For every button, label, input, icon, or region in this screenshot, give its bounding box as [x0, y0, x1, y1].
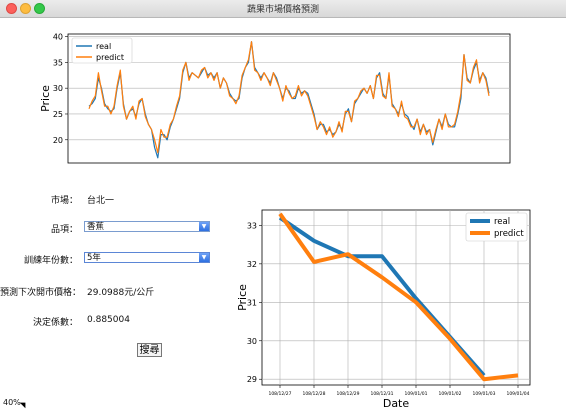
product-select-value: 香蕉 [87, 222, 105, 232]
chart1-legend-label-predict: predict [96, 53, 124, 62]
market-label: 市場： [50, 196, 78, 206]
chart1-plot-area [67, 33, 511, 164]
chart2-y-tick-label: 32 [247, 260, 257, 269]
chart2-legend-label-predict: predict [494, 229, 524, 239]
product-label: 品項： [50, 225, 78, 235]
chevron-down-icon: ▼ [199, 253, 209, 262]
chart2-x-axis-label: Date [383, 397, 410, 410]
chart1-y-tick-label: 35 [53, 58, 63, 67]
chart1-y-tick-label: 25 [53, 110, 63, 119]
chart2-y-tick-label: 33 [247, 221, 257, 230]
app-window: 蔬果市場價格預測 20 25 30 35 40 Price real predict 29 30 3… [0, 0, 566, 410]
chart1-y-tick-label: 20 [53, 136, 63, 145]
training-years-label: 訓練年份數： [23, 256, 78, 266]
product-select[interactable]: 香蕉 ▼ [84, 221, 210, 232]
chart2-legend-label-real: real [494, 217, 510, 227]
r2-label: 決定係數： [32, 318, 78, 328]
search-button[interactable]: 搜尋 [137, 343, 162, 357]
chart1-y-tick-label: 30 [53, 84, 63, 93]
training-years-select-value: 5年 [87, 253, 101, 263]
history-price-chart: 2025303540Pricerealpredict2930313233108/… [39, 33, 531, 410]
chart2-x-tick-label: 109/01/03 [472, 391, 495, 397]
predicted-price-label: 預測下次開市價格： [0, 288, 82, 298]
chart1-y-tick-label: 40 [53, 33, 63, 42]
market-value: 台北一 [87, 196, 115, 206]
chart2-x-tick-label: 109/01/04 [506, 391, 529, 397]
chart1-legend-label-real: real [96, 42, 111, 51]
chart2-x-tick-label: 108/12/29 [336, 391, 359, 397]
chart1-y-axis-label: Price [39, 85, 52, 112]
progress-status: 40% [3, 398, 21, 407]
chart2-y-tick-label: 29 [247, 375, 257, 384]
chart2-y-tick-label: 30 [247, 337, 257, 346]
predicted-price-value: 29.0988元/公斤 [87, 288, 155, 298]
chart2-x-tick-label: 109/01/02 [438, 391, 461, 397]
chart2-x-tick-label: 108/12/28 [302, 391, 325, 397]
chart2-y-axis-label: Price [236, 284, 249, 311]
training-years-select[interactable]: 5年 ▼ [84, 252, 210, 263]
r2-value: 0.885004 [87, 315, 130, 325]
chevron-down-icon: ▼ [199, 222, 209, 231]
chart2-x-tick-label: 108/12/27 [268, 391, 291, 397]
